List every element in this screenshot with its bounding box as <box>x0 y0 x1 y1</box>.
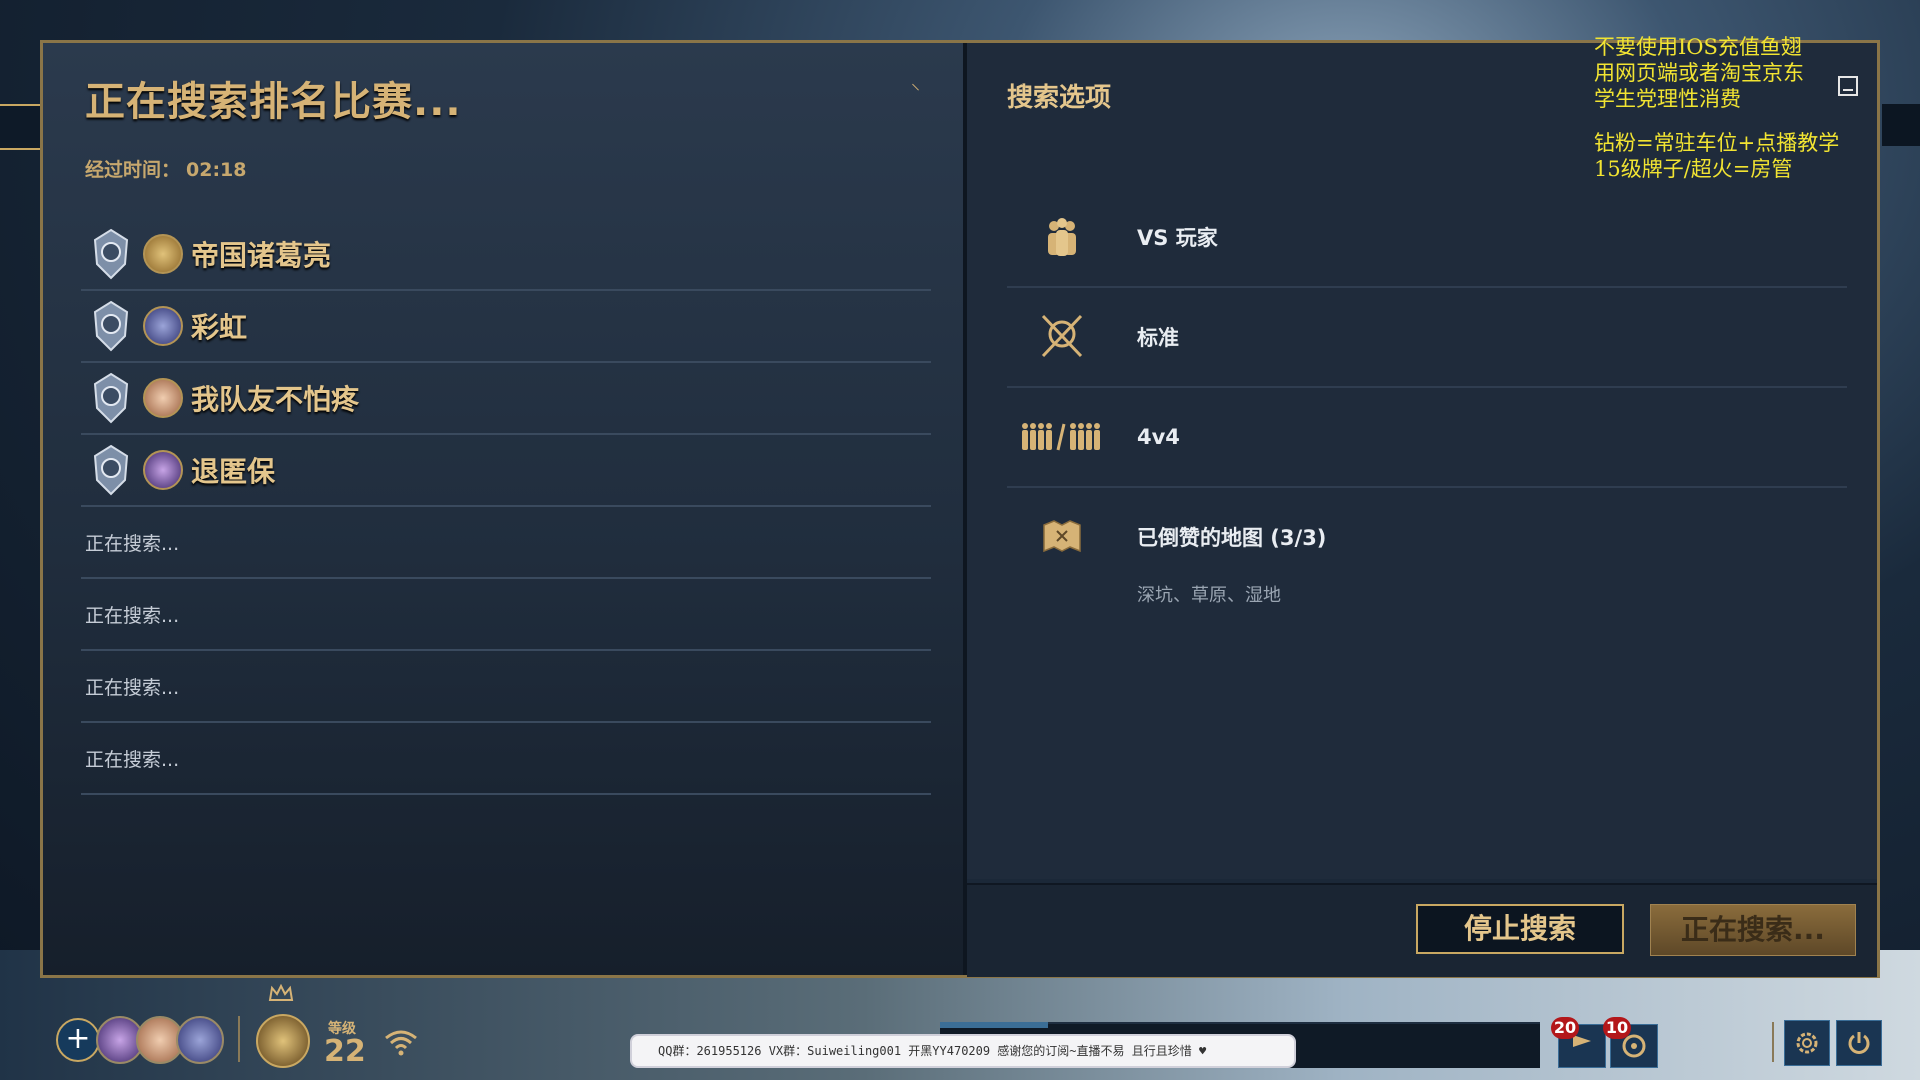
rank-emblem-icon <box>93 228 129 280</box>
right-edge-tab <box>1882 104 1920 146</box>
option-type-label: 标准 <box>1137 326 1179 350</box>
searching-status-button: 正在搜索... <box>1650 904 1856 956</box>
banned-maps-list: 深坑、草原、湿地 <box>1137 585 1281 606</box>
party-member-row: 退匿保 <box>81 435 931 507</box>
elapsed-value: 02:18 <box>186 159 247 181</box>
option-mode: VS 玩家 <box>1007 188 1847 288</box>
rank-emblem-icon <box>93 300 129 352</box>
crown-icon <box>268 984 294 1001</box>
option-mode-label: VS 玩家 <box>1137 226 1218 250</box>
player-name: 我队友不怕疼 <box>191 383 360 416</box>
avatar[interactable] <box>143 378 183 418</box>
searching-slot-label: 正在搜索... <box>85 748 180 771</box>
overlay-line: 用网页端或者淘宝京东 <box>1594 61 1804 85</box>
crossed-swords-icon <box>1007 312 1117 362</box>
player-name: 帝国诸葛亮 <box>191 239 332 272</box>
stream-overlay-text: 不要使用IOS充值鱼翅 用网页端或者淘宝京东 学生党理性消费 钻粉=常驻车位+点… <box>1594 34 1839 182</box>
searching-slot: 正在搜索... <box>81 579 931 651</box>
bottom-bar-divider <box>1772 1022 1774 1062</box>
searching-slot: 正在搜索... <box>81 507 931 579</box>
searching-slot-label: 正在搜索... <box>85 532 180 555</box>
party-member-row: 帝国诸葛亮 <box>81 219 931 291</box>
settings-icon <box>1796 1032 1818 1054</box>
rewards-button[interactable]: 10 <box>1603 1017 1658 1068</box>
player-name: 彩虹 <box>191 311 248 344</box>
level-value: 22 <box>324 1034 366 1069</box>
overlay-line: 15级牌子/超火=房管 <box>1594 157 1793 181</box>
option-maps: 已倒赞的地图 (3/3) <box>1007 488 1847 586</box>
corner-ornament: ⸜ <box>911 73 920 94</box>
avatar[interactable] <box>143 306 183 346</box>
add-friend-button[interactable]: + <box>56 1018 100 1062</box>
search-status-panel: 正在搜索排名比赛... ⸜ 经过时间： 02:18 帝国诸葛亮 彩虹 我队友不怕… <box>43 43 963 975</box>
elapsed-time: 经过时间： 02:18 <box>85 155 247 182</box>
minimize-icon[interactable] <box>1838 76 1858 96</box>
elapsed-label: 经过时间： <box>85 159 181 181</box>
avatar[interactable] <box>143 450 183 490</box>
plus-icon: + <box>65 1021 91 1056</box>
overlay-line: 学生党理性消费 <box>1594 87 1741 111</box>
party-member-row: 我队友不怕疼 <box>81 363 931 435</box>
missions-button[interactable]: 20 <box>1551 1017 1606 1068</box>
avatar[interactable] <box>256 1014 310 1068</box>
notification-badge: 10 <box>1603 1017 1631 1039</box>
options-title: 搜索选项 <box>1007 83 1112 113</box>
search-title: 正在搜索排名比赛... <box>85 79 462 125</box>
rank-emblem-icon <box>93 372 129 424</box>
power-button[interactable] <box>1836 1020 1882 1066</box>
option-team-size: 4v4 <box>1007 388 1847 488</box>
searching-slot: 正在搜索... <box>81 723 931 795</box>
left-edge-tab <box>0 104 40 150</box>
player-name: 退匿保 <box>191 455 276 488</box>
notification-badge: 20 <box>1551 1017 1579 1039</box>
searching-slot-label: 正在搜索... <box>85 676 180 699</box>
party-list: 帝国诸葛亮 彩虹 我队友不怕疼 退匿保 正在搜索... 正在搜索... 正在搜索… <box>81 219 931 795</box>
bottom-bar-divider <box>238 1016 240 1062</box>
stream-banner: QQ群：261955126 VX群：Suiweiling001 开黑YY4702… <box>630 1034 1296 1068</box>
rank-emblem-icon <box>93 444 129 496</box>
overlay-line: 钻粉=常驻车位+点播教学 <box>1594 131 1840 155</box>
map-icon <box>1007 519 1117 555</box>
settings-button[interactable] <box>1784 1020 1830 1066</box>
wifi-icon <box>385 1030 417 1056</box>
searching-slot: 正在搜索... <box>81 651 931 723</box>
stop-search-button[interactable]: 停止搜索 <box>1416 904 1624 954</box>
team-vs-icon <box>1007 420 1117 454</box>
people-icon <box>1007 215 1117 259</box>
option-maps-label: 已倒赞的地图 (3/3) <box>1137 526 1327 550</box>
searching-slot-label: 正在搜索... <box>85 604 180 627</box>
option-team-size-label: 4v4 <box>1137 425 1180 449</box>
option-type: 标准 <box>1007 288 1847 388</box>
chat-tab[interactable] <box>940 1022 1048 1028</box>
overlay-line: 不要使用IOS充值鱼翅 <box>1594 35 1802 59</box>
avatar[interactable] <box>143 234 183 274</box>
avatar[interactable] <box>176 1016 224 1064</box>
party-member-row: 彩虹 <box>81 291 931 363</box>
power-icon <box>1848 1032 1870 1054</box>
